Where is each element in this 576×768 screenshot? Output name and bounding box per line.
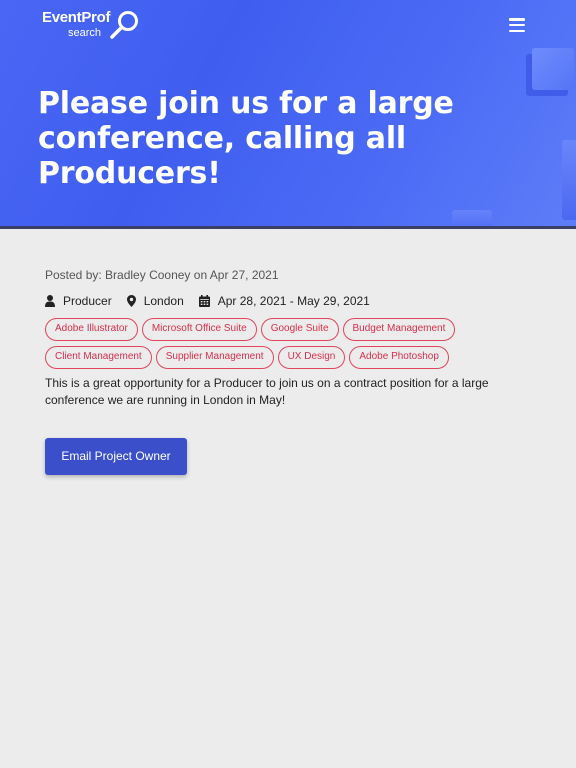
- user-icon: [45, 295, 55, 307]
- skill-tag[interactable]: UX Design: [277, 346, 346, 369]
- posted-by: Posted by: Bradley Cooney on Apr 27, 202…: [45, 268, 535, 284]
- logo-wordmark: EventProf: [42, 9, 111, 26]
- post-author: Bradley Cooney: [105, 268, 191, 282]
- decorative-cube: [532, 48, 574, 90]
- location: London: [126, 294, 184, 308]
- skill-tag[interactable]: Supplier Management: [155, 346, 274, 369]
- menu-icon[interactable]: [509, 17, 525, 33]
- skill-tag[interactable]: Adobe Illustrator: [45, 318, 138, 341]
- post-meta: Producer London Apr 28, 2021 - May 29, 2…: [45, 293, 535, 309]
- email-project-owner-button[interactable]: Email Project Owner: [45, 438, 187, 475]
- skill-tag[interactable]: Client Management: [45, 346, 152, 369]
- decorative-cube: [562, 140, 576, 220]
- post-description: This is a great opportunity for a Produc…: [45, 376, 489, 407]
- page-title: Please join us for a large conference, c…: [38, 86, 454, 191]
- skill-tag[interactable]: Microsoft Office Suite: [141, 318, 257, 341]
- skill-tags: Adobe Illustrator Microsoft Office Suite…: [45, 318, 485, 374]
- posted-prefix: Posted by:: [45, 268, 106, 282]
- post-content: Posted by: Bradley Cooney on Apr 27, 202…: [45, 268, 535, 475]
- role: Producer: [45, 294, 112, 308]
- date-range-label: Apr 28, 2021 - May 29, 2021: [217, 294, 370, 308]
- calendar-icon: [198, 295, 210, 307]
- skill-tag[interactable]: Adobe Photoshop: [349, 346, 449, 369]
- skill-tag[interactable]: Budget Management: [342, 318, 456, 341]
- location-label: London: [143, 294, 184, 308]
- map-pin-icon: [126, 295, 136, 307]
- skill-tag[interactable]: Google Suite: [260, 318, 339, 341]
- search-icon: [110, 11, 138, 39]
- logo[interactable]: EventProf search: [42, 9, 142, 43]
- logo-subtitle: search: [68, 27, 102, 39]
- date-range: Apr 28, 2021 - May 29, 2021: [198, 294, 370, 308]
- hero-banner: EventProf search Please join us for a la…: [0, 0, 576, 229]
- role-label: Producer: [63, 294, 112, 308]
- decorative-cube: [452, 210, 492, 226]
- posted-date: on Apr 27, 2021: [190, 268, 279, 282]
